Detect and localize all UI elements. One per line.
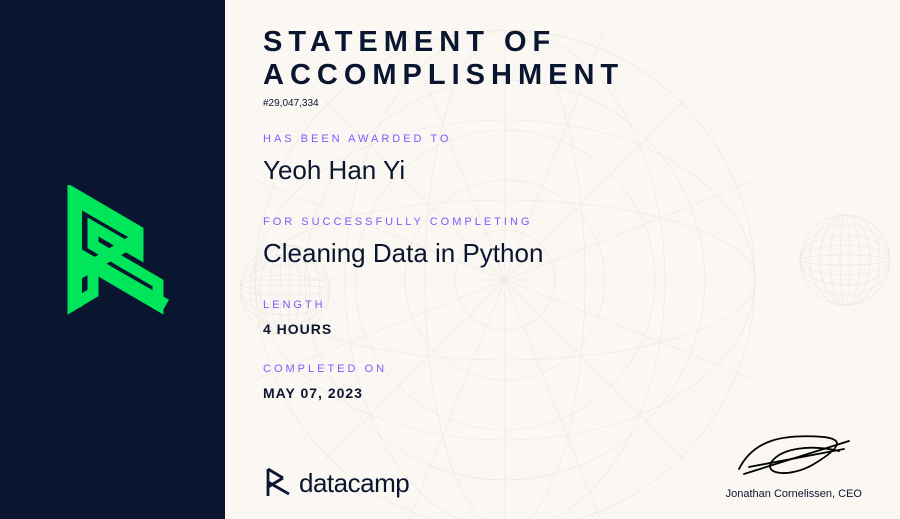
certificate-footer: datacamp Jonathan Cornelissen, CEO xyxy=(263,429,862,500)
datacamp-logo-icon xyxy=(48,185,178,335)
signature-icon xyxy=(729,429,859,479)
datacamp-mark-icon xyxy=(263,466,291,500)
length-value: 4 HOURS xyxy=(263,321,862,337)
recipient-name: Yeoh Han Yi xyxy=(263,155,862,186)
signature-block: Jonathan Cornelissen, CEO xyxy=(726,429,862,500)
length-label: LENGTH xyxy=(263,299,862,311)
brand-name: datacamp xyxy=(299,468,409,499)
brand-logo: datacamp xyxy=(263,466,409,500)
completed-on-label: COMPLETED ON xyxy=(263,363,862,375)
completed-date: MAY 07, 2023 xyxy=(263,385,862,401)
signer-name: Jonathan Cornelissen, CEO xyxy=(726,488,862,500)
completing-label: FOR SUCCESSFULLY COMPLETING xyxy=(263,216,862,228)
certificate-sidebar xyxy=(0,0,225,519)
certificate-title: STATEMENT OF ACCOMPLISHMENT xyxy=(263,26,862,92)
certificate-id: #29,047,334 xyxy=(263,98,862,109)
course-name: Cleaning Data in Python xyxy=(263,238,862,269)
awarded-to-label: HAS BEEN AWARDED TO xyxy=(263,133,862,145)
certificate-main: STATEMENT OF ACCOMPLISHMENT #29,047,334 … xyxy=(225,0,900,519)
